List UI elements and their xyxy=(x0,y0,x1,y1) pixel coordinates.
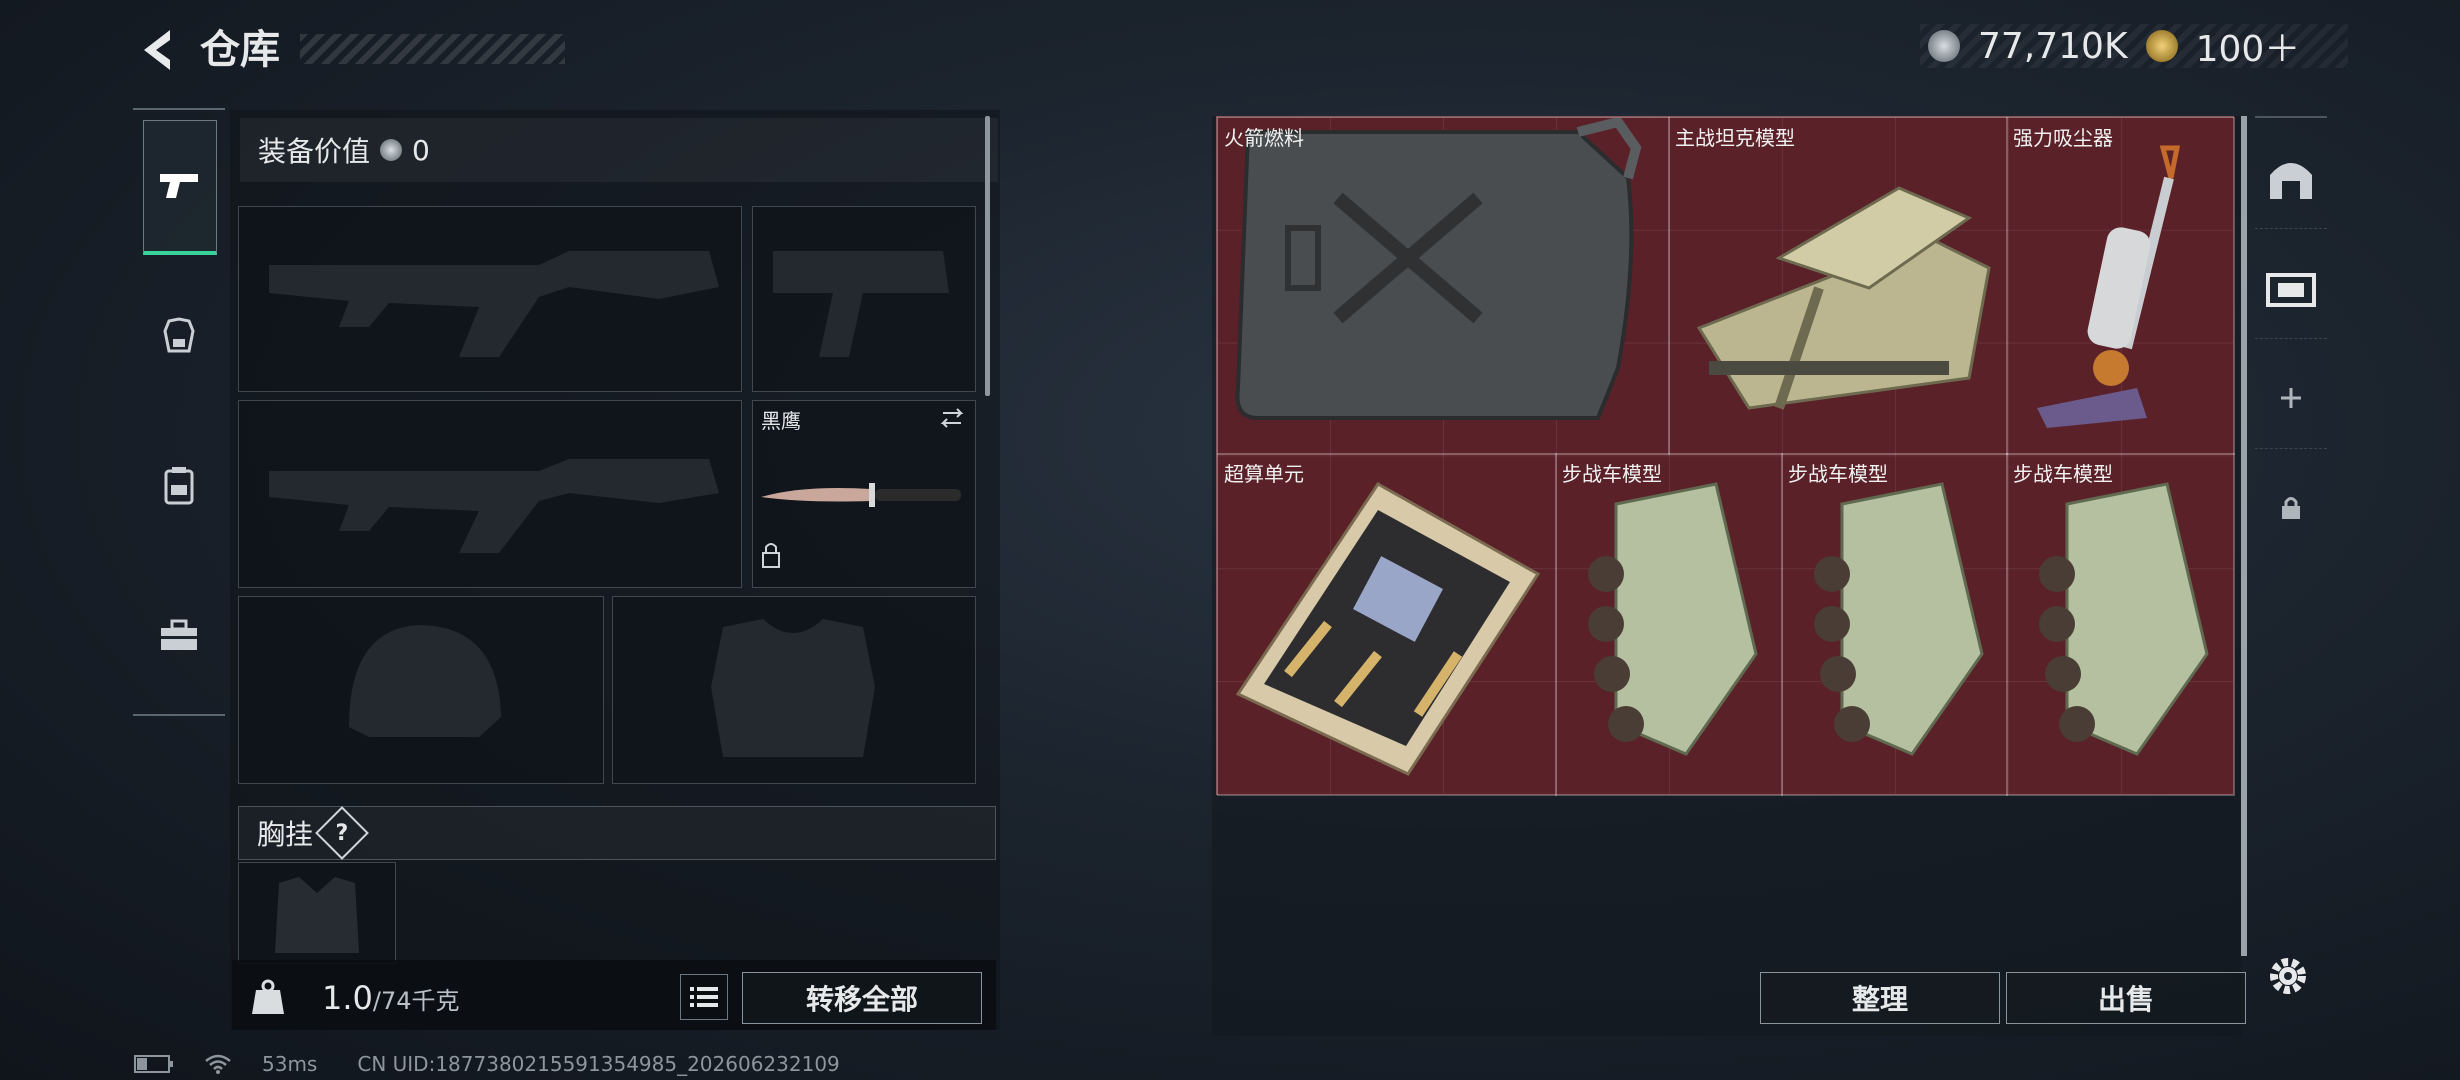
chest-rig-label: 胸挂 xyxy=(257,818,314,851)
storage-item[interactable]: 步战车模型 xyxy=(1555,453,1783,796)
weight-current: 1.0 xyxy=(322,979,373,1017)
jerry-can-icon xyxy=(1235,118,1642,420)
backpack-icon xyxy=(164,467,194,505)
storage-tab-collection[interactable] xyxy=(2255,238,2327,339)
item-name: 强力吸尘器 xyxy=(2013,126,2113,150)
secondary-weapon-slot[interactable] xyxy=(238,400,742,588)
item-name: 火箭燃料 xyxy=(1224,126,1304,150)
vest-silhouette-icon xyxy=(711,619,875,757)
status-bar: 53ms CN UID:1877380215591354985_20260623… xyxy=(134,1052,840,1076)
knife-icon xyxy=(761,408,964,568)
equipment-value-label: 装备价值 xyxy=(258,135,371,168)
primary-weapon-slot[interactable] xyxy=(238,206,742,392)
weight-icon xyxy=(248,976,288,1016)
currency-bar: 77,710K 100＋ xyxy=(1920,24,2348,70)
storage-tabs xyxy=(2255,116,2327,598)
collection-box-icon xyxy=(2266,273,2316,307)
ifv-model-icon xyxy=(1588,482,1758,756)
chest-rig-header: 胸挂 ? xyxy=(238,806,996,860)
organize-button[interactable]: 整理 xyxy=(1760,972,2000,1024)
item-name: 步战车模型 xyxy=(1562,462,1662,486)
page-title: 仓库 xyxy=(200,27,280,73)
tab-kit[interactable] xyxy=(143,570,215,700)
list-icon xyxy=(690,987,718,1007)
body-armor-slot[interactable] xyxy=(612,596,976,784)
gear-icon xyxy=(2270,958,2306,994)
coin-icon xyxy=(380,139,403,161)
weight-readout: 1.0/74千克 xyxy=(322,978,460,1021)
armor-icon xyxy=(163,317,195,353)
storage-item[interactable]: 主战坦克模型 xyxy=(1668,117,2008,455)
sidearm-slot[interactable] xyxy=(752,206,976,392)
storage-item[interactable]: 火箭燃料 xyxy=(1217,117,1670,455)
add-storage-button[interactable] xyxy=(2255,348,2327,449)
equipment-value-header: 装备价值 0 xyxy=(240,118,998,182)
help-icon: ? xyxy=(335,820,349,846)
storage-grid: 火箭燃料 主战坦克模型 强力吸尘器 超算单元 步战车模型 步战车模型 步战车模型 xyxy=(1216,116,2235,796)
back-arrow-icon xyxy=(144,30,170,70)
ifv-model-icon xyxy=(2039,482,2209,756)
warehouse-icon xyxy=(2270,163,2312,199)
storage-item[interactable]: 步战车模型 xyxy=(1781,453,2008,796)
chest-rig-slot[interactable] xyxy=(238,862,396,964)
melee-slot[interactable]: 黑鹰 xyxy=(752,400,976,588)
settings-button[interactable] xyxy=(2264,952,2312,1000)
ifv-model-icon xyxy=(1814,482,1984,756)
help-button[interactable]: ? xyxy=(315,806,369,860)
battery-icon xyxy=(134,1055,173,1073)
pistol-icon xyxy=(160,174,198,198)
rifle-silhouette-icon xyxy=(269,251,719,357)
vacuum-cleaner-icon xyxy=(2037,145,2181,428)
helmet-slot[interactable] xyxy=(238,596,604,784)
chest-rig-silhouette-icon xyxy=(275,877,359,953)
list-view-button[interactable] xyxy=(680,974,728,1020)
helmet-silhouette-icon xyxy=(349,625,501,737)
currency-secondary-amount: 100＋ xyxy=(2195,29,2301,70)
circuit-board-icon xyxy=(1235,482,1541,776)
toolbox-icon xyxy=(161,619,197,650)
coin-icon xyxy=(1928,30,1960,62)
sell-button[interactable]: 出售 xyxy=(2006,972,2246,1024)
item-name: 步战车模型 xyxy=(1788,462,1888,486)
lock-icon xyxy=(2282,497,2300,519)
back-button[interactable] xyxy=(130,22,186,78)
item-name: 超算单元 xyxy=(1224,462,1304,486)
currency-main-amount: 77,710K xyxy=(1978,25,2128,67)
storage-item[interactable]: 强力吸尘器 xyxy=(2006,117,2235,455)
rifle-silhouette-icon xyxy=(269,459,719,553)
token-icon xyxy=(2145,30,2178,62)
equipment-category-tabs xyxy=(133,108,225,716)
locked-storage-tab[interactable] xyxy=(2255,458,2327,558)
plus-icon xyxy=(2281,388,2301,408)
equipment-scrollbar[interactable] xyxy=(985,116,990,396)
item-name: 步战车模型 xyxy=(2013,462,2113,486)
storage-scrollbar[interactable] xyxy=(2241,116,2247,956)
tank-model-icon xyxy=(1696,186,1991,410)
tab-backpack[interactable] xyxy=(143,420,215,550)
item-name: 主战坦克模型 xyxy=(1675,126,1795,150)
storage-tab-main[interactable] xyxy=(2255,128,2327,229)
storage-item[interactable]: 步战车模型 xyxy=(2006,453,2235,796)
weight-max: /74千克 xyxy=(372,987,460,1015)
equipment-value: 0 xyxy=(412,133,430,167)
pistol-silhouette-icon xyxy=(773,251,949,357)
ping-readout: 53ms xyxy=(262,1052,318,1076)
tab-armor[interactable] xyxy=(143,270,215,400)
uid-readout: CN UID:1877380215591354985_202606232109 xyxy=(357,1052,840,1076)
tab-weapons[interactable] xyxy=(143,120,217,255)
title-stripe xyxy=(300,34,565,64)
storage-item[interactable]: 超算单元 xyxy=(1217,453,1557,796)
transfer-all-button[interactable]: 转移全部 xyxy=(742,972,982,1024)
wifi-icon xyxy=(205,1054,231,1074)
